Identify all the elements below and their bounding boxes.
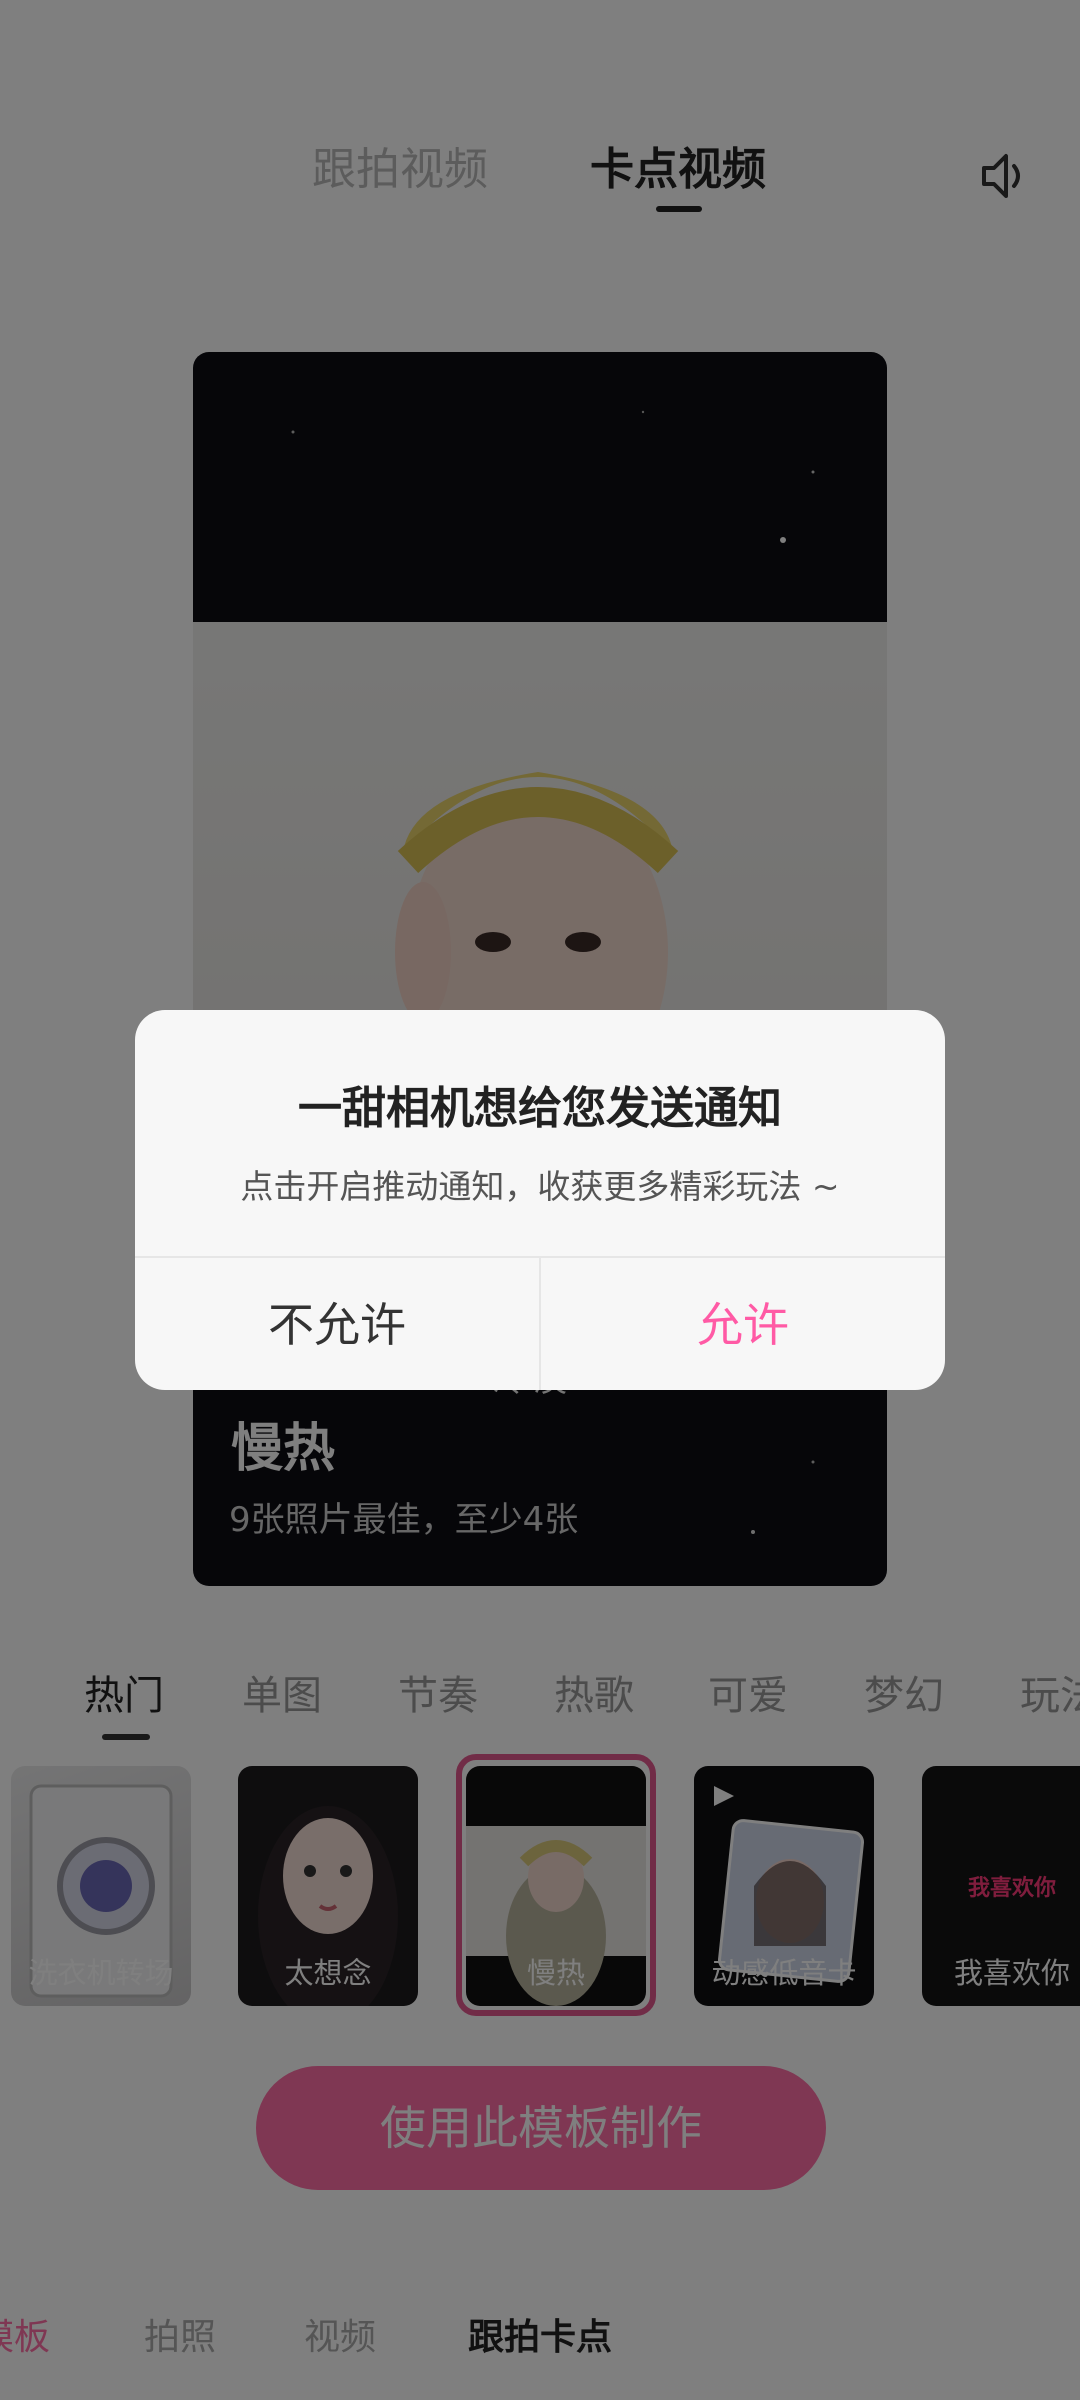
allow-button[interactable]: 允许: [541, 1260, 945, 1390]
deny-button[interactable]: 不允许: [135, 1260, 539, 1390]
dialog-message: 点击开启推动通知，收获更多精彩玩法 ~: [240, 1167, 840, 1206]
notification-permission-dialog: 一甜相机想给您发送通知 点击开启推动通知，收获更多精彩玩法 ~ 不允许 允许: [135, 1010, 945, 1390]
dialog-title: 一甜相机想给您发送通知: [298, 1083, 782, 1134]
